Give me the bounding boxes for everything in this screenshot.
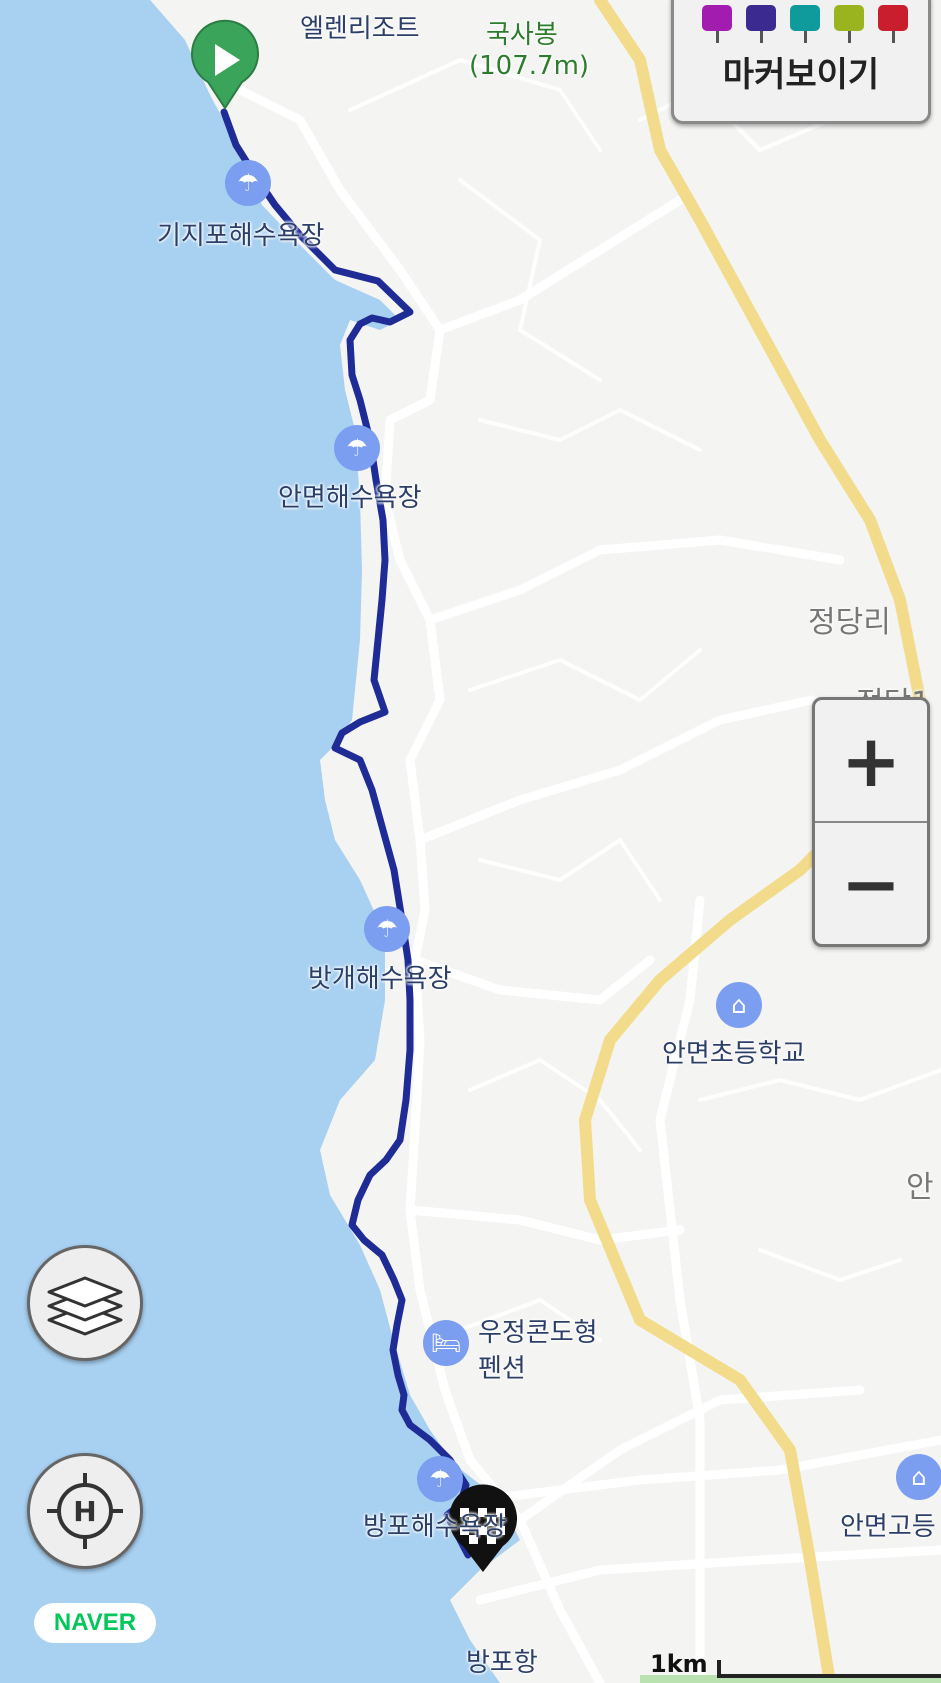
svg-text:H: H bbox=[73, 1495, 96, 1528]
marker-toggle-button[interactable]: 마커보이기 bbox=[671, 0, 931, 124]
scale-label: 1km bbox=[650, 1650, 708, 1678]
flag-marker-icon bbox=[878, 5, 908, 43]
beach-umbrella-icon[interactable]: ☂ bbox=[417, 1456, 463, 1502]
label-ujeong-condo-line1[interactable]: 우정콘도형 bbox=[478, 1312, 598, 1349]
beach-umbrella-icon[interactable]: ☂ bbox=[225, 160, 271, 206]
label-batgae-beach[interactable]: 밧개해수욕장 bbox=[308, 958, 452, 995]
school-icon[interactable]: ⌂ bbox=[896, 1454, 941, 1500]
locate-button[interactable]: H bbox=[27, 1453, 143, 1569]
label-ujeong-condo-line2[interactable]: 펜션 bbox=[478, 1348, 526, 1385]
label-anmyeon-high[interactable]: 안면고등 bbox=[840, 1506, 936, 1543]
school-icon[interactable]: ⌂ bbox=[716, 982, 762, 1028]
label-ellen-resort[interactable]: 엘렌리조트 bbox=[300, 8, 420, 45]
label-bangpo-port[interactable]: 방포항 bbox=[466, 1642, 538, 1679]
zoom-control: + − bbox=[812, 697, 930, 947]
camera-marker-icon bbox=[702, 5, 732, 43]
naver-logo: NAVER bbox=[34, 1603, 156, 1643]
label-bangpo-beach[interactable]: 방포해수욕장 bbox=[363, 1506, 507, 1543]
label-an-cut: 안 bbox=[906, 1170, 934, 1205]
layers-button[interactable] bbox=[27, 1245, 143, 1361]
microphone-marker-icon bbox=[790, 5, 820, 43]
label-anmyeon-beach[interactable]: 안면해수욕장 bbox=[278, 477, 422, 514]
label-anmyeon-elementary[interactable]: 안면초등학교 bbox=[662, 1033, 806, 1070]
zoom-in-button[interactable]: + bbox=[815, 700, 927, 821]
scale-bar bbox=[717, 1660, 941, 1678]
map-canvas[interactable] bbox=[0, 0, 941, 1683]
label-guksabong[interactable]: 국사봉 bbox=[486, 14, 558, 51]
note-marker-icon bbox=[834, 5, 864, 43]
label-gijipo-beach[interactable]: 기지포해수욕장 bbox=[157, 215, 324, 252]
locate-icon: H bbox=[47, 1473, 123, 1549]
zoom-out-button[interactable]: − bbox=[815, 823, 927, 944]
layers-icon bbox=[47, 1276, 123, 1336]
video-marker-icon bbox=[746, 5, 776, 43]
label-guksabong-height: (107.7m) bbox=[469, 51, 590, 81]
marker-toggle-label: 마커보이기 bbox=[722, 55, 880, 95]
label-jeongdang-ri: 정당리 bbox=[808, 605, 891, 640]
beach-umbrella-icon[interactable]: ☂ bbox=[364, 906, 410, 952]
bed-icon[interactable]: 🛏 bbox=[423, 1320, 469, 1366]
beach-umbrella-icon[interactable]: ☂ bbox=[334, 425, 380, 471]
